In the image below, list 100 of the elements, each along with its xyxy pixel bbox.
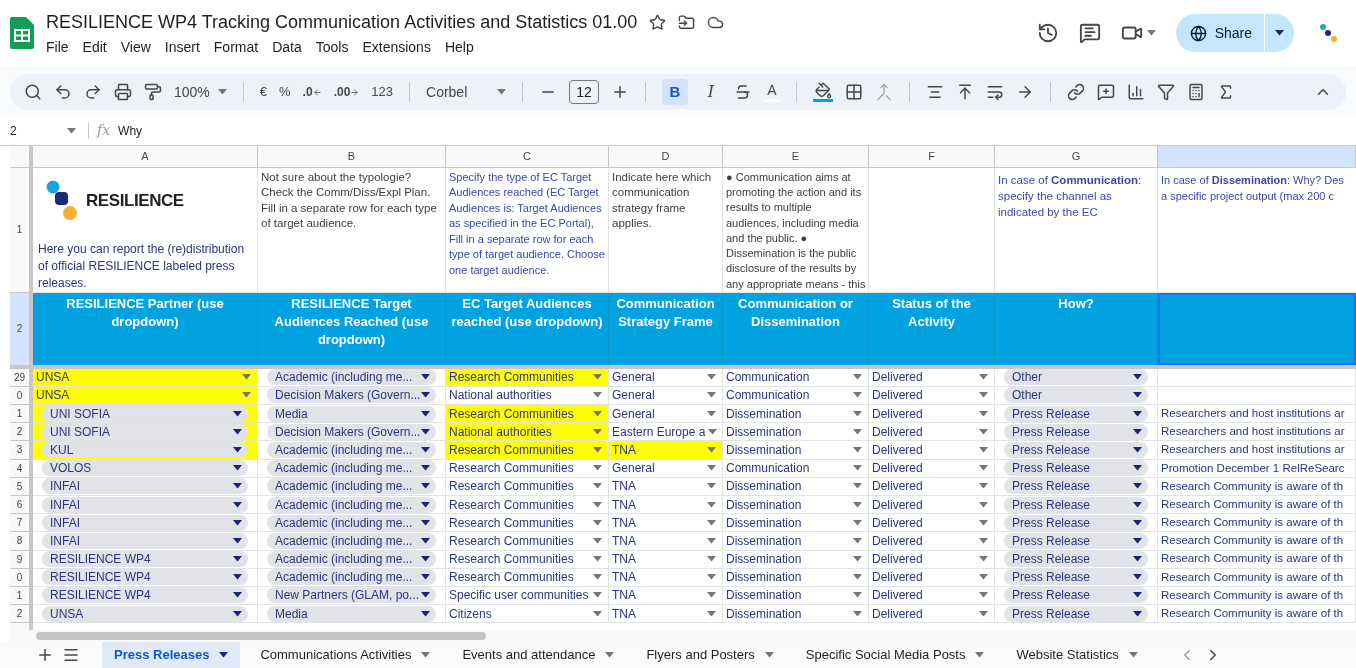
dropdown-button[interactable]: [976, 465, 991, 472]
dropdown-button[interactable]: [976, 447, 991, 453]
horizontal-scrollbar[interactable]: [36, 632, 486, 641]
column-header[interactable]: A: [33, 146, 258, 168]
row-header[interactable]: 7: [10, 514, 33, 533]
dropdown-chip[interactable]: RESILIENCE WP4: [42, 587, 248, 604]
dropdown-chip[interactable]: UNSA: [42, 605, 248, 622]
menu-item[interactable]: Extensions: [362, 36, 431, 58]
dropdown-chip[interactable]: INFAI: [42, 514, 248, 531]
selected-cell[interactable]: [1158, 292, 1356, 365]
row-header[interactable]: 2: [10, 292, 33, 365]
sheet-tab[interactable]: Website Statistics: [1004, 642, 1150, 668]
sheet-tab[interactable]: Specific Social Media Posts: [793, 642, 997, 668]
dropdown-button[interactable]: [976, 501, 991, 508]
vertical-align-icon[interactable]: [956, 83, 974, 101]
dropdown-button[interactable]: [590, 592, 605, 599]
redo-icon[interactable]: [84, 83, 102, 101]
dropdown-button[interactable]: [590, 556, 605, 563]
row-header[interactable]: 1: [10, 167, 33, 293]
dropdown-chip[interactable]: Academic (including me...: [267, 532, 436, 549]
dropdown-button[interactable]: [850, 519, 865, 526]
dropdown-button[interactable]: [704, 465, 719, 472]
dropdown-button[interactable]: [976, 610, 991, 617]
dropdown-button[interactable]: [976, 556, 991, 563]
document-title[interactable]: RESILIENCE WP4 Tracking Communication Activities and Statistics 01.00: [46, 8, 638, 36]
share-button[interactable]: Share: [1175, 14, 1294, 52]
dropdown-button[interactable]: [590, 610, 605, 617]
dropdown-chip[interactable]: Press Release: [1004, 442, 1148, 458]
zoom-select[interactable]: 100%: [174, 81, 227, 103]
plus-icon[interactable]: [611, 83, 629, 101]
dropdown-button[interactable]: [590, 483, 605, 490]
star-icon[interactable]: [649, 13, 667, 31]
dropdown-chip[interactable]: RESILIENCE WP4: [42, 551, 248, 568]
all-sheets-icon[interactable]: [62, 646, 80, 664]
paint-format-icon[interactable]: [144, 83, 162, 101]
column-header[interactable]: D: [609, 146, 723, 168]
dropdown-button[interactable]: [590, 537, 605, 544]
menu-item[interactable]: File: [46, 36, 69, 58]
menu-item[interactable]: View: [120, 36, 151, 58]
calculator-icon[interactable]: [1187, 83, 1205, 101]
print-icon[interactable]: [114, 83, 132, 101]
dropdown-chip[interactable]: Other: [1004, 387, 1148, 404]
row-header[interactable]: 3: [10, 441, 33, 460]
dropdown-chip[interactable]: Press Release: [1004, 460, 1148, 477]
sheet-tab[interactable]: Flyers and Posters: [634, 642, 786, 668]
dropdown-chip[interactable]: Academic (including me...: [267, 478, 436, 495]
dropdown-chip[interactable]: Press Release: [1004, 587, 1148, 604]
strikethrough-icon[interactable]: [734, 83, 752, 101]
dropdown-chip[interactable]: VOLOS: [42, 460, 248, 477]
wrap-text-icon[interactable]: [986, 83, 1004, 101]
move-folder-icon[interactable]: [678, 13, 696, 31]
dropdown-chip[interactable]: New Partners (GLAM, po...: [267, 587, 436, 604]
undo-icon[interactable]: [54, 83, 72, 101]
dropdown-button[interactable]: [850, 410, 865, 417]
dropdown-chip[interactable]: Academic (including me...: [267, 551, 436, 568]
column-header[interactable]: G: [995, 146, 1158, 168]
dropdown-button[interactable]: [590, 410, 605, 417]
dropdown-chip[interactable]: Other: [1004, 369, 1148, 386]
dropdown-button[interactable]: [704, 410, 719, 417]
dropdown-chip[interactable]: UNI SOFIA: [42, 423, 248, 440]
dropdown-button[interactable]: [976, 392, 991, 399]
dropdown-button[interactable]: [704, 483, 719, 490]
row-header[interactable]: 8: [10, 532, 33, 551]
column-header[interactable]: C: [446, 146, 609, 168]
link-icon[interactable]: [1067, 83, 1085, 101]
dropdown-chip[interactable]: Press Release: [1004, 532, 1148, 549]
sheet-tab[interactable]: Communications Activities: [248, 642, 443, 668]
history-icon[interactable]: [1036, 22, 1059, 44]
borders-icon[interactable]: [845, 83, 863, 101]
dropdown-button[interactable]: [590, 374, 605, 381]
dropdown-chip[interactable]: INFAI: [42, 532, 248, 549]
dropdown-button[interactable]: [850, 556, 865, 563]
dropdown-chip[interactable]: Academic (including me...: [267, 442, 436, 458]
menu-item[interactable]: Data: [272, 36, 302, 58]
dropdown-chip[interactable]: Press Release: [1004, 605, 1148, 622]
dropdown-button[interactable]: [976, 592, 991, 599]
sheet-tab[interactable]: Press Releases: [102, 642, 241, 668]
bold-button[interactable]: B: [662, 79, 688, 105]
row-header[interactable]: 1: [10, 405, 33, 424]
search-icon[interactable]: [24, 83, 42, 101]
dropdown-chip[interactable]: Media: [267, 605, 436, 622]
dropdown-chip[interactable]: INFAI: [42, 496, 248, 513]
dropdown-button[interactable]: [850, 592, 865, 599]
dropdown-button[interactable]: [704, 374, 719, 381]
dropdown-chip[interactable]: Press Release: [1004, 514, 1148, 531]
dropdown-chip[interactable]: Media: [267, 405, 436, 422]
currency-format[interactable]: €: [259, 82, 268, 102]
dropdown-button[interactable]: [850, 447, 865, 453]
percent-format[interactable]: %: [279, 82, 291, 102]
dropdown-button[interactable]: [590, 465, 605, 472]
dropdown-button[interactable]: [239, 374, 254, 381]
comment-icon[interactable]: [1078, 22, 1101, 44]
decrease-decimals-button[interactable]: .0: [302, 83, 322, 101]
dropdown-button[interactable]: [976, 374, 991, 381]
add-sheet-icon[interactable]: [36, 646, 54, 664]
dropdown-button[interactable]: [850, 428, 865, 435]
dropdown-button[interactable]: [976, 537, 991, 544]
font-size-field[interactable]: 12: [569, 80, 599, 104]
dropdown-chip[interactable]: Press Release: [1004, 569, 1148, 586]
sheets-logo-icon[interactable]: [10, 17, 34, 49]
